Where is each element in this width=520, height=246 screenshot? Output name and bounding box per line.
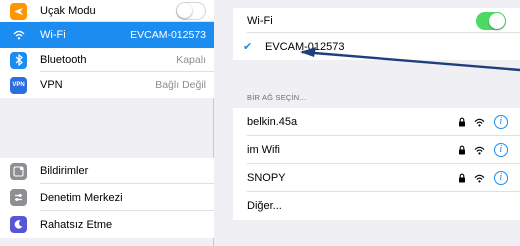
sidebar-group-system: Bildirimler Denetim Merkezi Rahatsız Etm… [0,158,214,238]
sidebar-item-do-not-disturb[interactable]: Rahatsız Etme [0,211,214,238]
choose-network-header: BİR AĞ SEÇİN... [247,93,307,102]
network-row[interactable]: belkin.45a i [233,108,520,136]
lock-icon [459,173,465,183]
notifications-icon [10,162,27,180]
network-row[interactable]: im Wifi i [233,136,520,164]
info-icon[interactable]: i [494,115,508,129]
sidebar-item-control-center[interactable]: Denetim Merkezi [0,184,214,211]
control-center-icon [10,189,27,206]
network-row[interactable]: SNOPY i [233,164,520,192]
sidebar-item-label: Uçak Modu [40,5,96,17]
sidebar-group-connectivity: Uçak Modu Wi-Fi EVCAM-012573 Bluetooth K… [0,0,214,98]
vpn-icon: VPN [10,76,27,94]
other-network-row[interactable]: Diğer... [233,192,520,220]
sidebar-item-label: Wi-Fi [40,29,66,41]
checkmark-icon: ✔ [243,41,253,53]
sidebar-item-bluetooth[interactable]: Bluetooth Kapalı [0,48,214,72]
lock-icon [459,145,465,155]
settings-sidebar: Uçak Modu Wi-Fi EVCAM-012573 Bluetooth K… [0,0,214,246]
wifi-label: Wi-Fi [247,14,273,27]
wifi-toggle-row: Wi-Fi [233,8,520,33]
bluetooth-status-value: Kapalı [176,54,206,66]
wifi-main-group: Wi-Fi ✔ EVCAM-012573 [233,8,520,60]
sidebar-item-airplane-mode[interactable]: Uçak Modu [0,0,214,22]
sidebar-item-label: Denetim Merkezi [40,191,123,204]
vpn-status-value: Bağlı Değil [155,79,206,91]
info-icon[interactable]: i [494,143,508,157]
connected-network-row[interactable]: ✔ EVCAM-012573 [233,33,520,60]
airplane-mode-toggle[interactable] [176,2,206,20]
network-status-icons: i [458,115,508,129]
sidebar-item-label: Rahatsız Etme [40,218,113,231]
network-status-icons: i [458,143,508,157]
wifi-settings-panel: Wi-Fi ✔ EVCAM-012573 BİR AĞ SEÇİN... bel… [215,0,520,246]
sidebar-item-label: Bildirimler [40,165,89,177]
wifi-icon [10,26,27,44]
sidebar-item-wifi[interactable]: Wi-Fi EVCAM-012573 [0,22,214,48]
bluetooth-icon [10,51,27,69]
wifi-signal-icon [474,174,485,183]
wifi-network-value: EVCAM-012573 [130,29,206,41]
network-name: belkin.45a [247,116,298,128]
sidebar-item-label: VPN [40,79,63,91]
other-network-label: Diğer... [247,200,282,212]
wifi-signal-icon [474,146,485,155]
network-status-icons: i [458,171,508,185]
toggle-knob [177,3,192,18]
toggle-knob [489,12,505,29]
connected-network-name: EVCAM-012573 [265,40,345,53]
sidebar-item-label: Bluetooth [40,54,87,66]
network-name: im Wifi [247,144,280,156]
info-icon[interactable]: i [494,171,508,185]
do-not-disturb-icon [10,216,27,233]
airplane-icon [10,2,27,20]
lock-icon [459,117,465,127]
sidebar-item-vpn[interactable]: VPN VPN Bağlı Değil [0,72,214,98]
sidebar-item-notifications[interactable]: Bildirimler [0,158,214,184]
wifi-toggle[interactable] [476,11,506,30]
network-name: SNOPY [247,172,286,184]
wifi-signal-icon [474,118,485,127]
network-list: belkin.45a i im Wifi i SNOPY i Diğer... [233,108,520,220]
